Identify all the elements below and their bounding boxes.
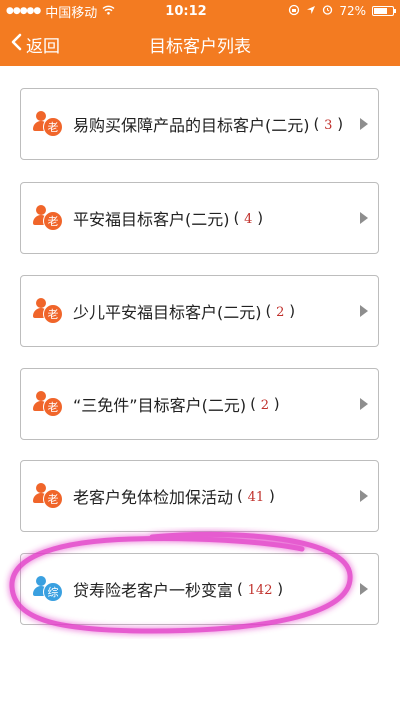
status-bar: ●●●●● 中国移动 10:12 72% bbox=[0, 0, 400, 22]
list-item-label: 贷寿险老客户一秒变富 bbox=[73, 581, 234, 600]
list-item-label: 少儿平安福目标客户(二元) bbox=[73, 303, 262, 322]
signal-strength-icon: ●●●●● bbox=[6, 6, 41, 16]
badge-label: 老 bbox=[43, 489, 63, 509]
chevron-right-icon bbox=[360, 398, 368, 410]
list-item-label: 平安福目标客户(二元) bbox=[73, 210, 230, 229]
back-label: 返回 bbox=[26, 36, 60, 57]
alarm-icon bbox=[322, 4, 333, 18]
old-customer-icon: 老 bbox=[33, 481, 69, 511]
chevron-right-icon bbox=[360, 118, 368, 130]
list-item[interactable]: 老 平安福目标客户(二元) ( 4 ) bbox=[20, 182, 379, 254]
count-group: ( 3 ) bbox=[313, 115, 344, 133]
count-value: 3 bbox=[324, 118, 333, 133]
count-value: 41 bbox=[247, 490, 265, 505]
chevron-right-icon bbox=[360, 212, 368, 224]
wifi-icon bbox=[102, 4, 115, 19]
badge-label: 老 bbox=[43, 397, 63, 417]
count-group: ( 41 ) bbox=[237, 487, 275, 505]
chevron-right-icon bbox=[360, 305, 368, 317]
battery-icon bbox=[372, 6, 396, 16]
count-group: ( 2 ) bbox=[250, 395, 280, 413]
chevron-right-icon bbox=[360, 490, 368, 502]
chevron-left-icon bbox=[10, 33, 22, 56]
list-item-label: “三免件”目标客户(二元) bbox=[73, 396, 247, 415]
comprehensive-customer-icon: 综 bbox=[33, 574, 69, 604]
list-item[interactable]: 老 少儿平安福目标客户(二元) ( 2 ) bbox=[20, 275, 379, 347]
count-value: 2 bbox=[276, 305, 285, 320]
old-customer-icon: 老 bbox=[33, 296, 69, 326]
chevron-right-icon bbox=[360, 583, 368, 595]
list-item[interactable]: 老 “三免件”目标客户(二元) ( 2 ) bbox=[20, 368, 379, 440]
lock-rotation-icon bbox=[288, 4, 300, 19]
badge-label: 老 bbox=[43, 117, 63, 137]
count-group: ( 142 ) bbox=[237, 580, 284, 598]
count-value: 142 bbox=[247, 583, 273, 598]
battery-percent: 72% bbox=[339, 4, 366, 18]
badge-label: 老 bbox=[43, 304, 63, 324]
list-item[interactable]: 老 易购买保障产品的目标客户(二元) ( 3 ) bbox=[20, 88, 379, 160]
battery-fill bbox=[374, 8, 387, 14]
count-value: 2 bbox=[260, 398, 269, 413]
status-right: 72% bbox=[244, 4, 396, 19]
list-item-label: 易购买保障产品的目标客户(二元) bbox=[73, 116, 310, 135]
old-customer-icon: 老 bbox=[33, 109, 69, 139]
badge-label: 综 bbox=[43, 582, 63, 602]
page-title: 目标客户列表 bbox=[149, 36, 251, 57]
list-item[interactable]: 老 老客户免体检加保活动 ( 41 ) bbox=[20, 460, 379, 532]
list-item-label: 老客户免体检加保活动 bbox=[73, 488, 234, 507]
back-button[interactable]: 返回 bbox=[10, 22, 60, 66]
old-customer-icon: 老 bbox=[33, 203, 69, 233]
status-time: 10:12 bbox=[165, 3, 207, 19]
list-item[interactable]: 综 贷寿险老客户一秒变富 ( 142 ) bbox=[20, 553, 379, 625]
count-value: 4 bbox=[244, 212, 253, 227]
old-customer-icon: 老 bbox=[33, 389, 69, 419]
carrier-name: 中国移动 bbox=[45, 5, 98, 21]
badge-label: 老 bbox=[43, 211, 63, 231]
count-group: ( 2 ) bbox=[265, 302, 296, 320]
nav-bar: 返回 目标客户列表 bbox=[0, 22, 400, 66]
location-icon bbox=[306, 4, 316, 18]
count-group: ( 4 ) bbox=[233, 209, 264, 227]
